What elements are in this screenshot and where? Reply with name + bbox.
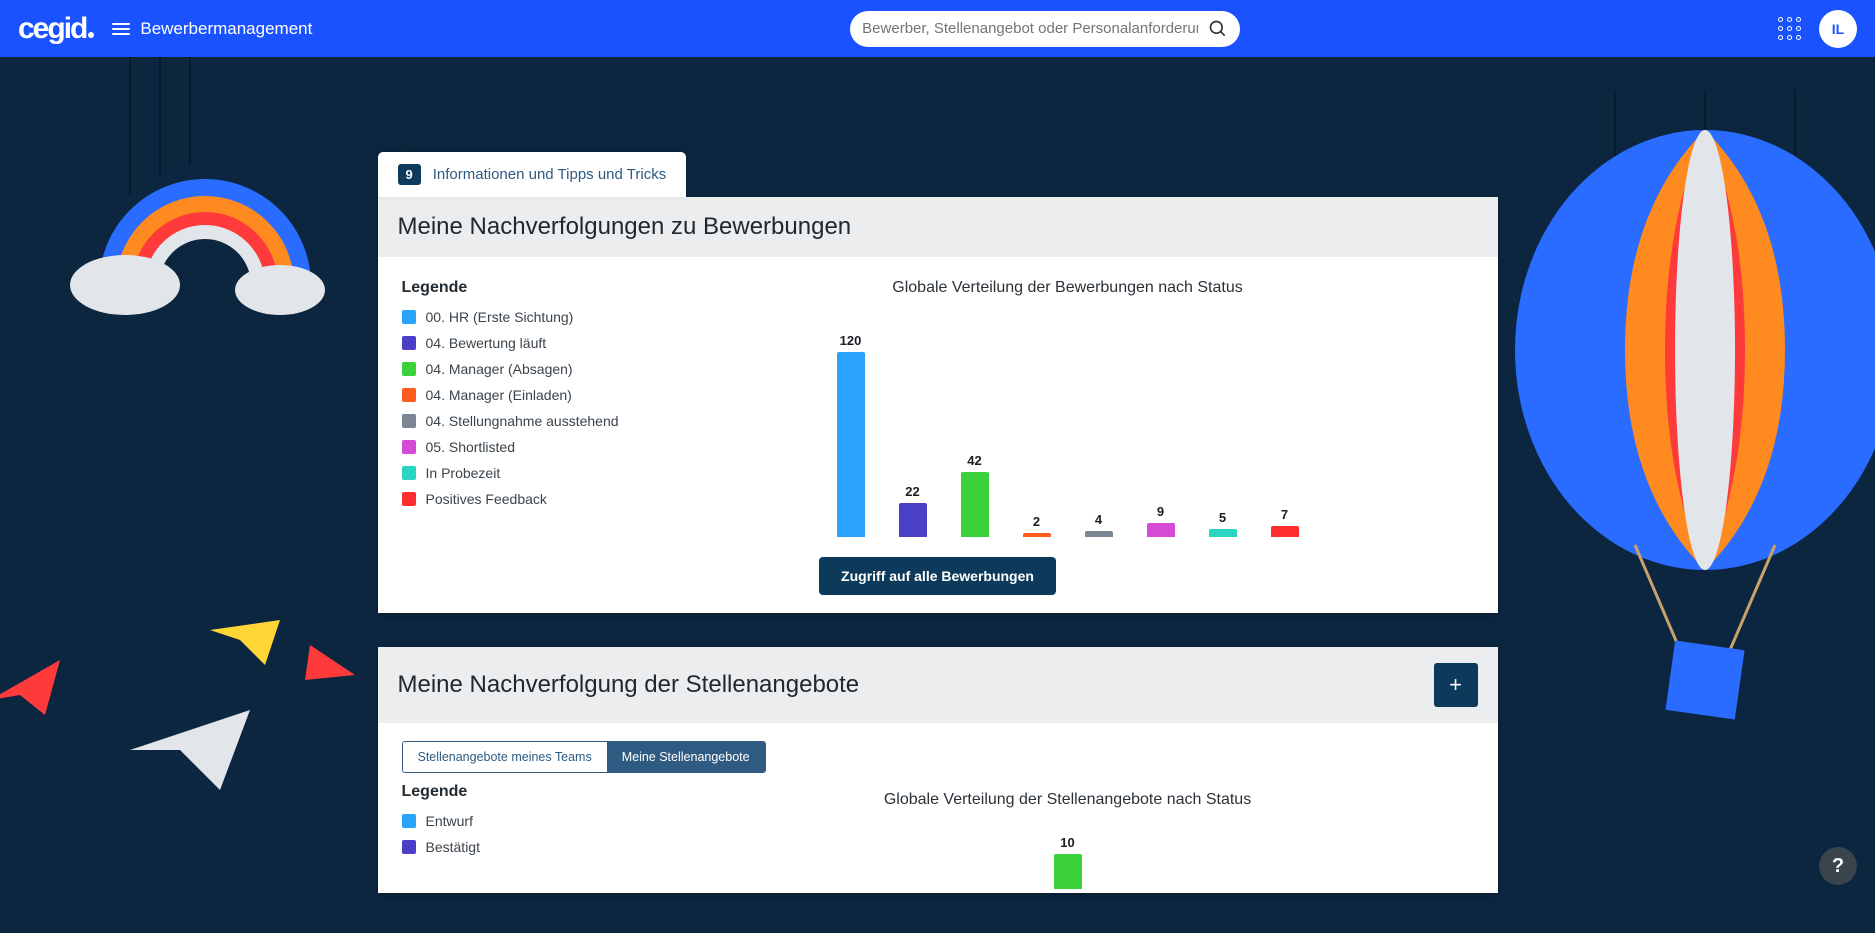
help-fab[interactable]: ?	[1819, 847, 1857, 885]
applications-panel: Meine Nachverfolgungen zu Bewerbungen Le…	[378, 197, 1498, 613]
chart-title: Globale Verteilung der Stellenangebote n…	[668, 791, 1468, 809]
user-avatar[interactable]: IL	[1819, 10, 1857, 48]
add-job-button[interactable]: +	[1434, 663, 1478, 707]
bar[interactable]	[1147, 523, 1175, 537]
jobs-title: Meine Nachverfolgung der Stellenangebote	[398, 671, 860, 699]
tips-count-badge: 9	[398, 164, 421, 185]
legend-item[interactable]: 04. Manager (Absagen)	[402, 361, 634, 377]
app-header: cegid Bewerbermanagement IL	[0, 0, 1875, 57]
global-search[interactable]	[850, 11, 1240, 47]
legend-item[interactable]: In Probezeit	[402, 465, 634, 481]
legend-item[interactable]: 04. Stellungnahme ausstehend	[402, 413, 634, 429]
legend-swatch	[402, 336, 416, 350]
legend-swatch	[402, 310, 416, 324]
bar-col: 4	[1085, 512, 1113, 537]
legend-item[interactable]: 04. Bewertung läuft	[402, 335, 634, 351]
tab-my-jobs[interactable]: Meine Stellenangebote	[607, 742, 765, 772]
jobs-chart: Globale Verteilung der Stellenangebote n…	[658, 783, 1498, 893]
module-name: Bewerbermanagement	[140, 19, 312, 39]
bar-value: 5	[1219, 510, 1226, 525]
bar-value: 9	[1157, 504, 1164, 519]
bar[interactable]	[899, 503, 927, 537]
bar-value: 2	[1033, 514, 1040, 529]
rainbow-illustration	[70, 55, 340, 335]
bar-value: 10	[1060, 835, 1074, 850]
legend-label: 04. Manager (Absagen)	[426, 361, 573, 377]
chart-title: Globale Verteilung der Bewerbungen nach …	[668, 279, 1468, 297]
tab-team-jobs[interactable]: Stellenangebote meines Teams	[403, 742, 607, 772]
legend-label: Entwurf	[426, 813, 473, 829]
jobs-legend: Legende Entwurf Bestätigt	[378, 783, 658, 893]
search-input[interactable]	[862, 20, 1198, 37]
apps-launcher-icon[interactable]	[1778, 17, 1801, 40]
legend-label: 05. Shortlisted	[426, 439, 516, 455]
bar-value: 22	[905, 484, 919, 499]
bar-col: 5	[1209, 510, 1237, 537]
legend-label: 04. Bewertung läuft	[426, 335, 547, 351]
legend-swatch	[402, 466, 416, 480]
legend-label: 04. Manager (Einladen)	[426, 387, 572, 403]
bar[interactable]	[961, 472, 989, 537]
legend-item[interactable]: 05. Shortlisted	[402, 439, 634, 455]
bar-value: 4	[1095, 512, 1102, 527]
legend-swatch	[402, 362, 416, 376]
bar[interactable]	[1271, 526, 1299, 537]
legend-label: 04. Stellungnahme ausstehend	[426, 413, 619, 429]
jobs-tabs: Stellenangebote meines Teams Meine Stell…	[402, 741, 766, 773]
legend-item[interactable]: Bestätigt	[402, 839, 634, 855]
bar[interactable]	[1023, 533, 1051, 537]
bar-col: 10	[1054, 835, 1082, 889]
hamburger-icon	[112, 23, 130, 35]
legend-label: In Probezeit	[426, 465, 501, 481]
bar-col: 22	[899, 484, 927, 537]
bar-col: 120	[837, 333, 865, 537]
bar-col: 9	[1147, 504, 1175, 537]
bar[interactable]	[1085, 531, 1113, 537]
bar-value: 120	[840, 333, 862, 348]
bar-col: 7	[1271, 507, 1299, 537]
module-menu[interactable]: Bewerbermanagement	[112, 19, 312, 39]
access-all-applications-button[interactable]: Zugriff auf alle Bewerbungen	[819, 557, 1056, 595]
tips-label: Informationen und Tipps und Tricks	[433, 166, 666, 183]
legend-label: Positives Feedback	[426, 491, 547, 507]
legend-swatch	[402, 388, 416, 402]
legend-item[interactable]: 04. Manager (Einladen)	[402, 387, 634, 403]
paper-planes-illustration	[0, 620, 360, 800]
legend-label: 00. HR (Erste Sichtung)	[426, 309, 574, 325]
legend-swatch	[402, 440, 416, 454]
legend-label: Bestätigt	[426, 839, 480, 855]
legend-swatch	[402, 814, 416, 828]
search-icon	[1208, 19, 1228, 39]
legend-swatch	[402, 492, 416, 506]
bar-value: 42	[967, 453, 981, 468]
balloon-illustration	[1495, 90, 1875, 790]
legend-swatch	[402, 840, 416, 854]
legend-item[interactable]: 00. HR (Erste Sichtung)	[402, 309, 634, 325]
legend-heading: Legende	[402, 783, 634, 801]
tips-tab[interactable]: 9 Informationen und Tipps und Tricks	[378, 152, 687, 197]
applications-chart: Globale Verteilung der Bewerbungen nach …	[658, 279, 1498, 541]
legend-item[interactable]: Positives Feedback	[402, 491, 634, 507]
bar[interactable]	[837, 352, 865, 537]
jobs-panel: Meine Nachverfolgung der Stellenangebote…	[378, 647, 1498, 893]
logo: cegid	[18, 14, 94, 44]
legend-item[interactable]: Entwurf	[402, 813, 634, 829]
bar	[1054, 854, 1082, 889]
bar-col: 42	[961, 453, 989, 537]
bar-value: 7	[1281, 507, 1288, 522]
legend-swatch	[402, 414, 416, 428]
bar[interactable]	[1209, 529, 1237, 537]
bar-col: 2	[1023, 514, 1051, 537]
applications-title: Meine Nachverfolgungen zu Bewerbungen	[378, 197, 1498, 257]
legend-heading: Legende	[402, 279, 634, 297]
applications-legend: Legende 00. HR (Erste Sichtung) 04. Bewer…	[378, 279, 658, 541]
